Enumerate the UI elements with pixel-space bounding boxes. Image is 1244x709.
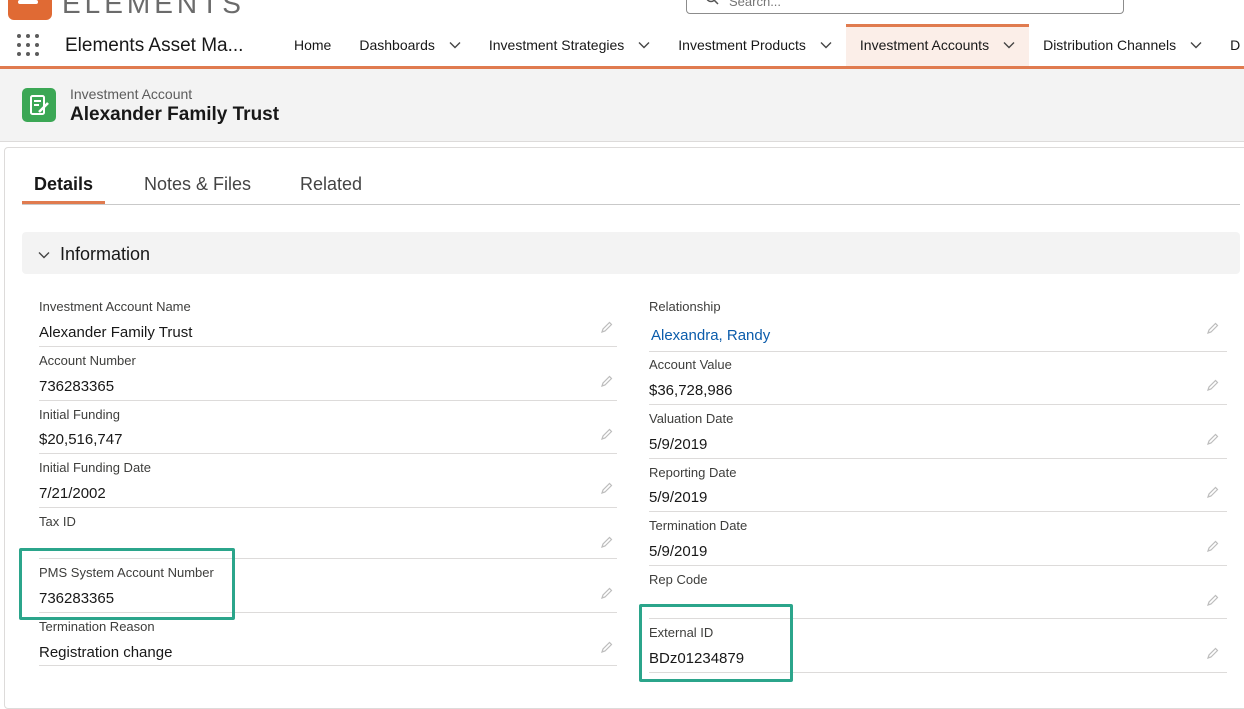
edit-pencil-icon[interactable] — [1206, 540, 1219, 553]
edit-pencil-icon[interactable] — [1206, 379, 1219, 392]
edit-pencil-icon[interactable] — [1206, 594, 1219, 607]
nav-item-truncated[interactable]: D — [1216, 24, 1240, 66]
investment-account-icon — [22, 88, 56, 122]
field-label: Valuation Date — [649, 411, 734, 426]
nav-item-label: Investment Accounts — [859, 37, 990, 53]
record-tabs: Details Notes & Files Related — [22, 170, 1240, 205]
field-label: Tax ID — [39, 514, 76, 529]
nav-item-investment-strategies[interactable]: Investment Strategies — [475, 24, 664, 66]
field-reporting-date: Reporting Date 5/9/2019 — [649, 465, 1227, 512]
field-value: 736283365 — [39, 378, 115, 395]
app-name: Elements Asset Ma... — [65, 35, 244, 56]
field-valuation-date: Valuation Date 5/9/2019 — [649, 411, 1227, 459]
edit-pencil-icon[interactable] — [1206, 433, 1219, 446]
nav-item-label: Home — [294, 37, 332, 53]
search-icon — [706, 0, 719, 5]
edit-pencil-icon[interactable] — [600, 641, 613, 654]
nav-items: Home Dashboards Investment Strategies In… — [280, 24, 1240, 66]
edit-pencil-icon[interactable] — [1206, 322, 1219, 335]
highlight-box-external-id — [639, 604, 793, 682]
field-account-value: Account Value $36,728,986 — [649, 357, 1227, 405]
nav-item-label: Distribution Channels — [1043, 37, 1177, 53]
highlight-box-pms-system-account-number — [19, 548, 235, 620]
field-investment-account-name: Investment Account Name Alexander Family… — [39, 299, 617, 347]
nav-item-label: Investment Strategies — [488, 37, 625, 53]
section-information-toggle[interactable]: Information — [22, 232, 1240, 274]
edit-pencil-icon[interactable] — [600, 587, 613, 600]
chevron-down-icon[interactable] — [1003, 39, 1015, 51]
field-label: Reporting Date — [649, 465, 737, 480]
edit-pencil-icon[interactable] — [600, 321, 613, 334]
field-value: 5/9/2019 — [649, 543, 708, 560]
tab-label: Details — [33, 174, 94, 194]
nav-item-distribution-channels[interactable]: Distribution Channels — [1029, 24, 1216, 66]
field-value: $36,728,986 — [649, 382, 733, 399]
edit-pencil-icon[interactable] — [1206, 486, 1219, 499]
field-value: Alexander Family Trust — [39, 324, 193, 341]
field-value: 7/21/2002 — [39, 485, 106, 502]
nav-item-home[interactable]: Home — [280, 24, 345, 66]
tab-related[interactable]: Related — [300, 170, 362, 204]
nav-item-dashboards[interactable]: Dashboards — [345, 24, 475, 66]
chevron-down-icon[interactable] — [820, 39, 832, 51]
field-account-number: Account Number 736283365 — [39, 353, 617, 401]
edit-pencil-icon[interactable] — [1206, 647, 1219, 660]
field-label: Rep Code — [649, 572, 708, 587]
app-launcher-icon[interactable] — [17, 34, 41, 58]
top-bar: ELEMENTS — [0, 0, 1244, 24]
chevron-down-icon[interactable] — [638, 39, 650, 51]
tab-notes-files[interactable]: Notes & Files — [144, 170, 251, 204]
chevron-down-icon[interactable] — [449, 39, 461, 51]
edit-pencil-icon[interactable] — [600, 536, 613, 549]
tab-label: Related — [300, 174, 363, 194]
edit-pencil-icon[interactable] — [600, 428, 613, 441]
record-type-label: Investment Account — [70, 86, 193, 102]
nav-item-investment-accounts[interactable]: Investment Accounts — [845, 24, 1030, 66]
field-label: Termination Reason — [39, 619, 155, 634]
nav-item-label: D — [1230, 37, 1241, 53]
section-title: Information — [60, 244, 151, 264]
field-label: Account Value — [649, 357, 732, 372]
global-search[interactable] — [686, 0, 1124, 14]
nav-bar: Elements Asset Ma... Home Dashboards Inv… — [0, 24, 1244, 69]
elements-logo-icon — [8, 0, 52, 20]
record-header: Investment Account Alexander Family Trus… — [0, 69, 1244, 142]
nav-item-label: Dashboards — [359, 37, 435, 53]
field-label: Investment Account Name — [39, 299, 191, 314]
chevron-down-icon — [38, 252, 50, 259]
tab-label: Notes & Files — [144, 174, 252, 194]
relationship-link[interactable]: Alexandra, Randy — [651, 327, 770, 344]
chevron-down-icon[interactable] — [1190, 39, 1202, 51]
edit-pencil-icon[interactable] — [600, 375, 613, 388]
record-title: Alexander Family Trust — [70, 104, 280, 125]
field-value: $20,516,747 — [39, 431, 123, 448]
field-label: Initial Funding Date — [39, 460, 152, 475]
edit-pencil-icon[interactable] — [600, 482, 613, 495]
brand-logo-text: ELEMENTS — [62, 0, 245, 19]
field-label: Relationship — [649, 299, 721, 314]
field-initial-funding-date: Initial Funding Date 7/21/2002 — [39, 460, 617, 508]
nav-item-label: Investment Products — [678, 37, 806, 53]
field-termination-reason: Termination Reason Registration change — [39, 619, 617, 666]
field-relationship: Relationship Alexandra, Randy — [649, 299, 1227, 352]
search-input[interactable] — [727, 0, 1091, 10]
field-value: 5/9/2019 — [649, 489, 708, 506]
field-label: Account Number — [39, 353, 136, 368]
tab-details[interactable]: Details — [22, 170, 105, 204]
field-termination-date: Termination Date 5/9/2019 — [649, 518, 1227, 566]
field-value: 5/9/2019 — [649, 436, 708, 453]
field-value: Registration change — [39, 644, 173, 661]
nav-item-investment-products[interactable]: Investment Products — [664, 24, 846, 66]
field-label: Termination Date — [649, 518, 748, 533]
field-label: Initial Funding — [39, 407, 120, 422]
field-initial-funding: Initial Funding $20,516,747 — [39, 407, 617, 454]
